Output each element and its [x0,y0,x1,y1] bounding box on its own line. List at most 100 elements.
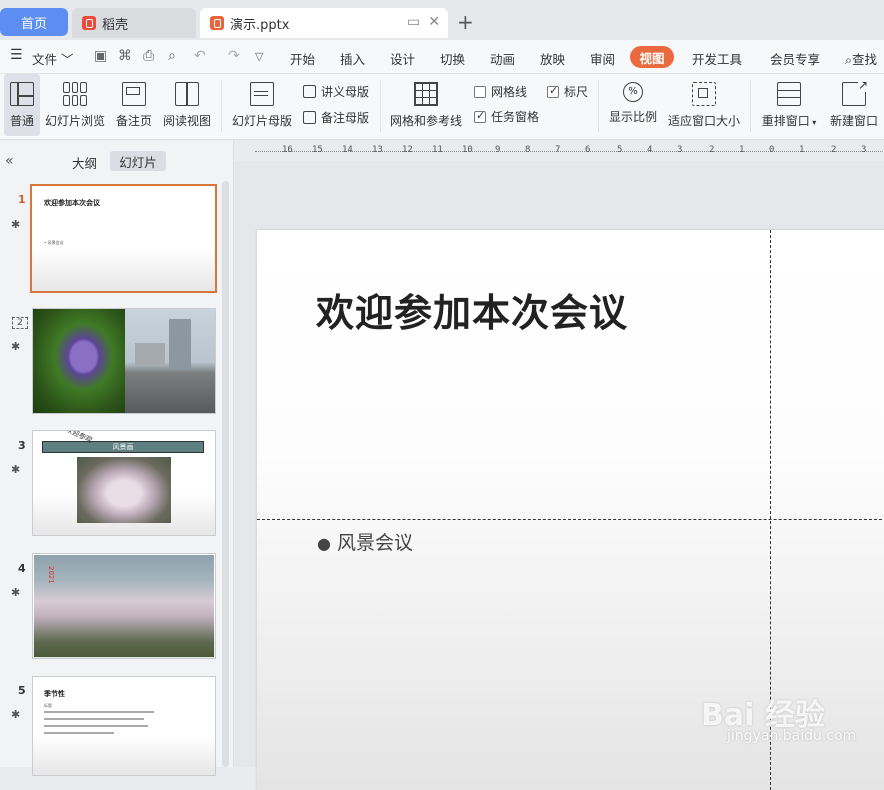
notes-master-icon [303,111,316,124]
slide-thumbnail-5[interactable]: 季节性 标题 [32,676,216,776]
title-tab-bar: 首页 稻壳 演示.pptx ▭ ✕ + [0,0,884,40]
menu-review[interactable]: 审阅 [590,49,615,68]
arrange-windows-button[interactable]: 重排窗口 ▾ [758,74,820,136]
notes-master-button[interactable]: 备注母版 [303,109,369,126]
thumb-title: 风景画 [42,441,204,453]
slide-master-button[interactable]: 幻灯片母版 [230,74,294,136]
save-icon[interactable]: ▣ [94,48,107,64]
slide-canvas[interactable]: 欢迎参加本次会议 ● 风景会议 Bai 经验 jingyan.baidu.com [235,161,884,790]
task-pane-check[interactable] [474,109,486,123]
slide-thumbnail-1[interactable]: 欢迎参加本次会议 • 风景会议 [30,184,217,293]
search-button[interactable]: ⌕查找 [845,49,877,68]
watermark-url: jingyan.baidu.com [727,728,857,744]
slide-number: 4 [18,562,26,575]
current-slide[interactable]: 欢迎参加本次会议 ● 风景会议 Bai 经验 jingyan.baidu.com [257,230,884,790]
tree-photo [77,457,171,523]
zoom-button[interactable]: % 显示比例 [606,74,660,136]
thumb-year: 2021 [47,566,55,584]
notes-page-button[interactable]: 备注页 [112,74,156,136]
slide-title[interactable]: 欢迎参加本次会议 [316,282,628,337]
presentation-file-icon [210,16,224,30]
blossom-photo [34,555,214,657]
tab-slides[interactable]: 幻灯片 [110,151,166,171]
fit-window-icon [692,82,716,106]
slide-sorter-button[interactable]: 幻灯片浏览 [44,74,106,136]
horizontal-guide[interactable] [257,519,884,520]
star-icon[interactable]: ✱ [11,340,20,353]
task-pane-checkbox[interactable]: 任务窗格 [474,108,539,125]
handout-master-icon [303,85,316,98]
tab-daoke-label: 稻壳 [102,17,129,33]
slide-thumbnail-4[interactable]: 2021 [32,553,216,659]
slide-number: 3 [18,439,26,452]
tab-daoke[interactable]: 稻壳 [72,8,196,38]
tab-document[interactable]: 演示.pptx ▭ ✕ [200,8,448,38]
menu-bar: ☰ 文件 ﹀ ▣ ⌘ ⎙ ⌕ ↶ ↷ ▽ 开始 插入 设计 切换 动画 放映 审… [0,40,884,74]
zoom-percent-icon: % [623,82,643,102]
slide-pane: « 大纲 幻灯片 1 ✱ 欢迎参加本次会议 • 风景会议 2 ✱ 3 ✱ 风景画… [0,141,234,776]
slide-number: 1 [18,193,26,206]
horizontal-ruler: 16 15 14 13 12 11 10 9 8 7 6 5 4 3 2 1 0… [235,141,884,161]
menu-start[interactable]: 开始 [290,49,315,68]
tab-document-label: 演示.pptx [230,17,290,33]
menu-design[interactable]: 设计 [390,49,415,68]
thumbnail-scrollbar[interactable] [222,181,229,767]
print-preview-icon[interactable]: ⌕ [168,48,176,64]
slide-thumbnail-3[interactable]: 风景画 欢迎参观 [32,430,216,536]
file-menu[interactable]: 文件 ﹀ [32,49,74,68]
fit-window-button[interactable]: 适应窗口大小 [666,74,742,136]
grid-guides-button[interactable]: 网格和参考线 [388,74,464,136]
view-ribbon: 普通 幻灯片浏览 备注页 阅读视图 幻灯片母版 讲义母版 备注母版 网格和参考线… [0,74,884,140]
tab-home[interactable]: 首页 [0,8,68,36]
chevron-down-icon: ▾ [809,118,817,127]
slide-sorter-icon [63,82,87,106]
redo-icon[interactable]: ↷ [228,48,240,64]
menu-slideshow[interactable]: 放映 [540,49,565,68]
slide-bullet-text: 风景会议 [337,532,414,554]
close-icon[interactable]: ✕ [428,14,440,30]
slide-number: 5 [18,684,26,697]
window-restore-icon[interactable]: ▭ [407,14,420,30]
tab-outline[interactable]: 大纲 [72,153,97,172]
star-icon[interactable]: ✱ [11,586,20,599]
notes-page-icon [122,82,146,106]
normal-view-icon [10,82,34,106]
chevron-down-icon[interactable]: ▽ [255,50,263,63]
gridlines-checkbox[interactable]: 网格线 [474,83,527,100]
format-painter-icon[interactable]: ⌘ [118,48,132,64]
thumb-title: 欢迎参加本次会议 [44,199,100,207]
menu-insert[interactable]: 插入 [340,49,365,68]
star-icon[interactable]: ✱ [11,708,20,721]
new-tab-button[interactable]: + [457,10,474,34]
ruler-check[interactable] [547,84,559,98]
gridlines-check[interactable] [474,85,486,98]
normal-view-button[interactable]: 普通 [4,74,40,136]
star-icon[interactable]: ✱ [11,463,20,476]
print-icon[interactable]: ⎙ [143,48,154,64]
new-window-icon: ↗ [842,78,868,106]
search-icon: ⌕ [845,52,853,67]
menu-developer[interactable]: 开发工具 [692,49,742,68]
undo-icon[interactable]: ↶ [194,48,206,64]
ruler-checkbox[interactable]: 标尺 [547,83,588,100]
thumb-bullet: • 风景会议 [44,240,64,245]
slide-bullet[interactable]: ● 风景会议 [317,528,413,555]
new-window-button[interactable]: ↗ 新建窗口 [826,74,882,136]
grid-icon [414,82,438,106]
handout-master-button[interactable]: 讲义母版 [303,83,369,100]
book-icon [175,82,199,106]
menu-view[interactable]: 视图 [630,46,674,68]
thumb-title: 季节性 [44,690,65,698]
thumb-subtitle: 标题 [44,703,52,708]
daoke-app-icon [82,16,96,30]
hamburger-menu-icon[interactable]: ☰ [10,47,23,63]
menu-animation[interactable]: 动画 [490,49,515,68]
menu-transition[interactable]: 切换 [440,49,465,68]
star-icon[interactable]: ✱ [11,218,20,231]
tab-home-label: 首页 [20,16,47,32]
collapse-pane-icon[interactable]: « [5,153,14,169]
slide-thumbnail-2[interactable] [32,308,216,414]
arrange-windows-icon [777,82,801,106]
reading-view-button[interactable]: 阅读视图 [162,74,212,136]
menu-member[interactable]: 会员专享 [770,49,820,68]
